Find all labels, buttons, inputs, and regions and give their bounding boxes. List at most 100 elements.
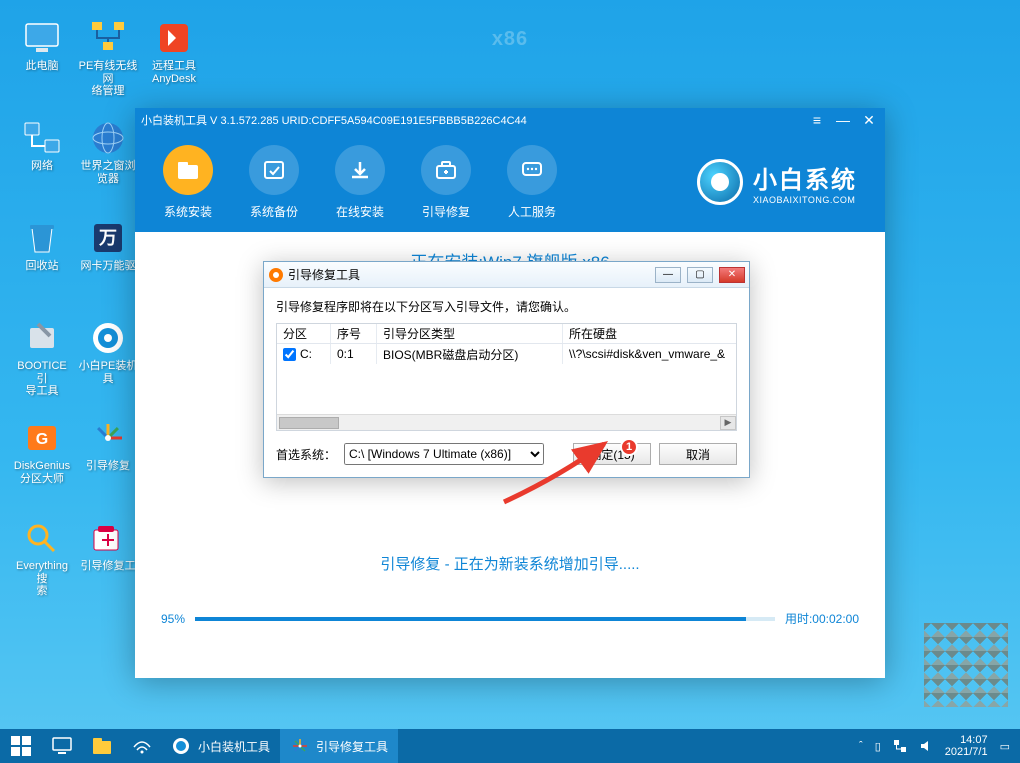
taskbar-item-label: 引导修复工具 <box>316 738 388 755</box>
desktop-icon-net[interactable]: PE有线无线网 络管理 <box>78 18 138 98</box>
bootfix-icon <box>86 418 130 458</box>
progress-time: 用时:00:02:00 <box>785 610 859 627</box>
annotation-badge: 1 <box>620 438 638 456</box>
net-icon <box>86 18 130 58</box>
tray-up-icon[interactable]: ˆ <box>859 740 863 752</box>
xiaobai-icon <box>172 737 190 755</box>
start-button[interactable] <box>0 729 42 763</box>
desktop-icon-label: 小白PE装机 具 <box>79 360 138 385</box>
col-disk[interactable]: 所在硬盘 <box>563 324 736 343</box>
dialog-maximize-button[interactable]: ▢ <box>687 267 713 283</box>
taskbar: 小白装机工具 引导修复工具 ˆ ▯ 14:07 2021/7/1 ▭ <box>0 729 1020 763</box>
row-checkbox[interactable] <box>283 348 296 361</box>
scroll-right-icon[interactable]: ▶ <box>720 416 736 430</box>
dialog-minimize-button[interactable]: — <box>655 267 681 283</box>
ok-button[interactable]: 确定(15) <box>573 443 651 465</box>
horizontal-scrollbar[interactable]: ▶ <box>277 414 736 430</box>
scrollbar-thumb[interactable] <box>279 417 339 429</box>
hamburger-icon[interactable]: ≡ <box>807 112 827 128</box>
toolbar-tab-download[interactable]: 在线安装 <box>335 145 385 220</box>
taskbar-clock[interactable]: 14:07 2021/7/1 <box>945 734 988 758</box>
bootice-icon <box>20 318 64 358</box>
svg-text:G: G <box>36 431 48 448</box>
col-type[interactable]: 引导分区类型 <box>377 324 563 343</box>
progress-fill <box>195 617 746 621</box>
bootfix-icon <box>290 737 308 755</box>
cancel-button[interactable]: 取消 <box>659 443 737 465</box>
tray-notification-icon[interactable]: ▭ <box>1000 740 1010 753</box>
col-partition[interactable]: 分区 <box>277 324 331 343</box>
boot-repair-dialog: 引导修复工具 — ▢ ✕ 引导修复程序即将在以下分区写入引导文件，请您确认。 分… <box>263 261 750 478</box>
table-row[interactable]: C:0:1BIOS(MBR磁盘启动分区)\\?\scsi#disk&ven_vm… <box>277 344 736 364</box>
everything-icon <box>20 518 64 558</box>
toolbar-tab-folder[interactable]: 系统安装 <box>163 145 213 220</box>
dialog-titlebar[interactable]: 引导修复工具 — ▢ ✕ <box>264 262 749 288</box>
clock-date: 2021/7/1 <box>945 746 988 758</box>
taskbar-item-xiaobai[interactable]: 小白装机工具 <box>162 729 280 763</box>
brand-name: 小白系统 <box>753 160 857 195</box>
toolbar-tab-label: 系统备份 <box>250 203 298 220</box>
toolbar-tab-label: 引导修复 <box>422 203 470 220</box>
desktop-icon-bootice[interactable]: BOOTICE引 导工具 <box>12 318 72 398</box>
tray-book-icon[interactable]: ▯ <box>875 740 881 753</box>
case-icon <box>421 145 471 195</box>
desktop-icon-bootfix[interactable]: 引导修复 <box>78 418 138 473</box>
desktop-icon-label: 世界之窗浏 览器 <box>81 160 136 185</box>
clock-time: 14:07 <box>945 734 988 746</box>
dialog-title: 引导修复工具 <box>288 266 649 283</box>
progress-pct: 95% <box>161 612 185 626</box>
close-button[interactable]: ✕ <box>859 112 879 128</box>
dialog-icon <box>268 267 284 283</box>
desktop-icon-diskgenius[interactable]: GDiskGenius 分区大师 <box>12 418 72 485</box>
grid-header: 分区 序号 引导分区类型 所在硬盘 <box>277 324 736 344</box>
desktop-icon-network[interactable]: 网络 <box>12 118 72 173</box>
brand: 小白系统XIAOBAIXITONG.COM <box>697 159 857 205</box>
desktop-icon-anydesk[interactable]: 远程工具 AnyDesk <box>144 18 204 85</box>
col-index[interactable]: 序号 <box>331 324 377 343</box>
tray-volume-icon[interactable] <box>919 739 933 753</box>
diskgenius-icon: G <box>20 418 64 458</box>
toolbar-tab-label: 人工服务 <box>508 203 556 220</box>
toolbar-tab-backup[interactable]: 系统备份 <box>249 145 299 220</box>
taskbar-wifi-icon[interactable] <box>122 729 162 763</box>
desktop-icon-trash[interactable]: 回收站 <box>12 218 72 273</box>
desktop-icon-bootfix2[interactable]: 引导修复工 <box>78 518 138 573</box>
dialog-close-button[interactable]: ✕ <box>719 267 745 283</box>
desktop-icon-driver[interactable]: 万网卡万能驱 <box>78 218 138 273</box>
brand-url: XIAOBAIXITONG.COM <box>753 195 857 205</box>
chat-icon <box>507 145 557 195</box>
folder-icon <box>163 145 213 195</box>
desktop-icon-globe[interactable]: 世界之窗浏 览器 <box>78 118 138 185</box>
svg-text:万: 万 <box>98 228 117 248</box>
driver-icon: 万 <box>86 218 130 258</box>
trash-icon <box>20 218 64 258</box>
anydesk-icon <box>152 18 196 58</box>
cell-disk: \\?\scsi#disk&ven_vmware_& <box>563 344 736 364</box>
network-icon <box>20 118 64 158</box>
dialog-message: 引导修复程序即将在以下分区写入引导文件，请您确认。 <box>276 298 737 315</box>
desktop-icon-label: Everything搜 索 <box>12 560 72 598</box>
toolbar-tab-label: 系统安装 <box>164 203 212 220</box>
pixel-artifact <box>924 623 1008 707</box>
preferred-system-label: 首选系统： <box>276 446 336 463</box>
desktop-icon-label: 回收站 <box>26 260 59 273</box>
progress-bar <box>195 617 775 621</box>
desktop-icon-everything[interactable]: Everything搜 索 <box>12 518 72 598</box>
taskbar-item-bootfix[interactable]: 引导修复工具 <box>280 729 398 763</box>
taskbar-pc-icon[interactable] <box>42 729 82 763</box>
backup-icon <box>249 145 299 195</box>
tray-network-icon[interactable] <box>893 739 907 753</box>
taskbar-explorer-icon[interactable] <box>82 729 122 763</box>
desktop-icon-label: 网络 <box>31 160 53 173</box>
partition-grid: 分区 序号 引导分区类型 所在硬盘 C:0:1BIOS(MBR磁盘启动分区)\\… <box>276 323 737 431</box>
desktop-icon-xiaobai[interactable]: 小白PE装机 具 <box>78 318 138 385</box>
app-toolbar: 系统安装 系统备份 在线安装引导修复 人工服务 小白系统XIAOBAIXITONG.CO… <box>135 132 885 232</box>
toolbar-tab-case[interactable]: 引导修复 <box>421 145 471 220</box>
cell-type: BIOS(MBR磁盘启动分区) <box>377 344 563 364</box>
desktop-icon-pc[interactable]: 此电脑 <box>12 18 72 73</box>
toolbar-tab-chat[interactable]: 人工服务 <box>507 145 557 220</box>
cell-index: 0:1 <box>331 344 377 364</box>
minimize-button[interactable]: — <box>833 112 853 128</box>
brand-logo-icon <box>697 159 743 205</box>
preferred-system-select[interactable]: C:\ [Windows 7 Ultimate (x86)] <box>344 443 544 465</box>
